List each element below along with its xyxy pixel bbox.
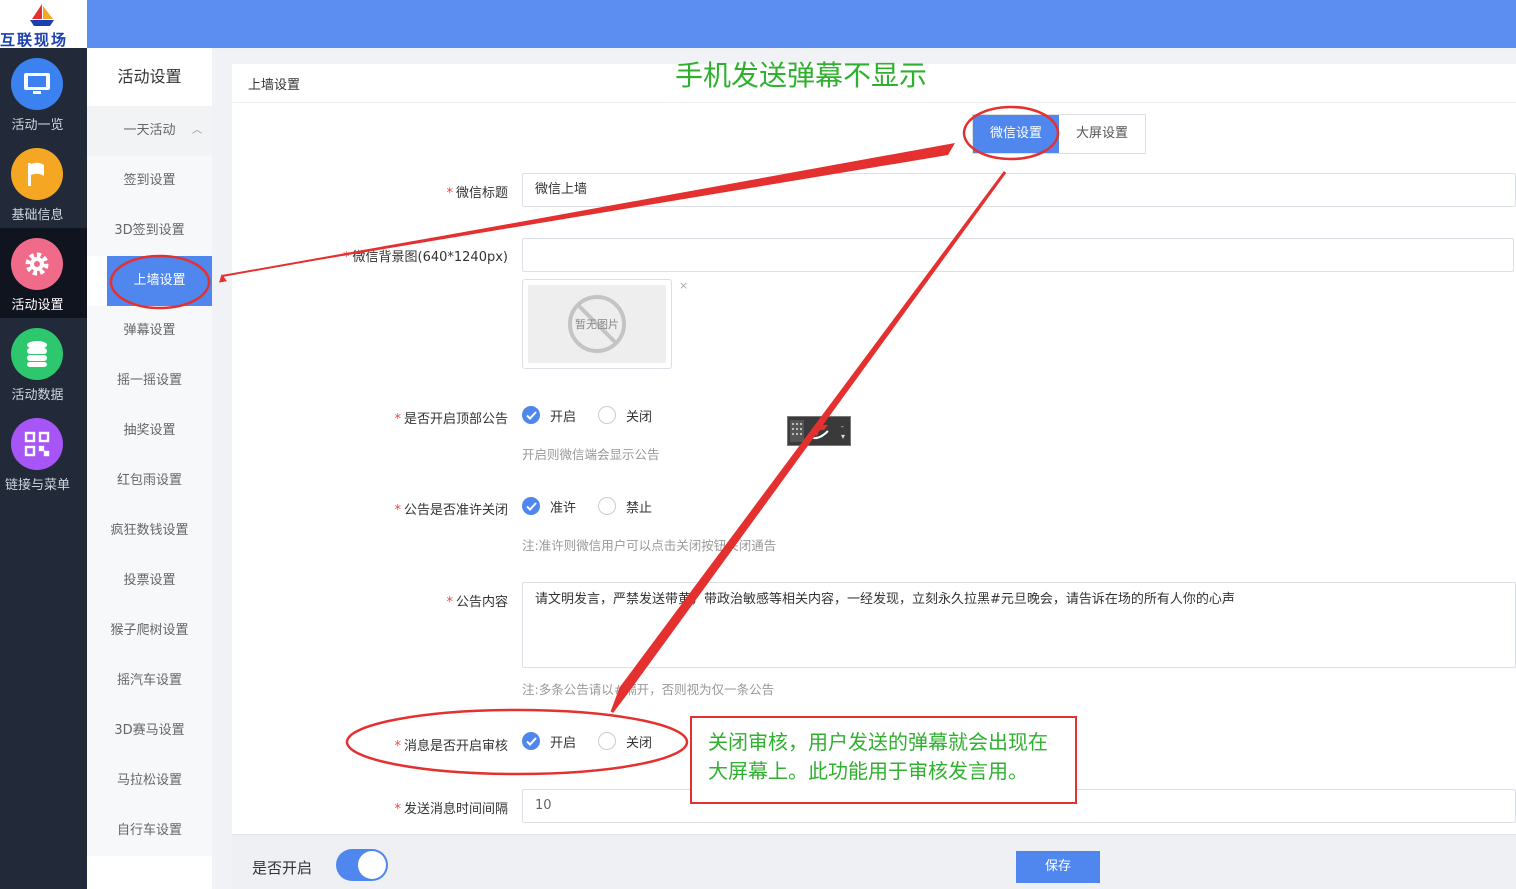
radio-label: 禁止 (626, 500, 653, 516)
qrcode-icon (11, 418, 63, 470)
wechat-title-input[interactable]: 微信上墙 (522, 173, 1516, 207)
settings-tabs: 微信设置 大屏设置 (972, 114, 1146, 154)
notice-close-hint: 注:准许则微信用户可以点击关闭按钮关闭通告 (522, 538, 777, 553)
wechat-title-label: * 微信标题 (446, 186, 508, 201)
nav-item-basic-info[interactable]: 基础信息 (0, 138, 87, 228)
sub-nav: 活动设置 一天活动 ︿ 签到设置 3D签到设置 上墙设置 弹幕设置 摇一摇设置 … (87, 48, 212, 889)
floating-widget[interactable]: - ▾ (787, 416, 851, 446)
sub-nav-item[interactable]: 签到设置 (87, 156, 212, 206)
radio-unchecked[interactable] (598, 497, 617, 515)
monitor-icon (11, 58, 63, 110)
notice-content-textarea[interactable]: 请文明发言，严禁发送带黄，带政治敏感等相关内容，一经发现，立刻永久拉黑#元旦晚会… (522, 582, 1516, 668)
database-icon (11, 328, 63, 380)
nav-label: 基础信息 (11, 208, 64, 223)
sub-nav-item[interactable]: 3D签到设置 (87, 206, 212, 256)
nav-item-activity-data[interactable]: 活动数据 (0, 318, 87, 408)
annotation-line: 大屏幕上。此功能用于审核发言用。 (708, 759, 1028, 783)
radio-label: 开启 (550, 735, 577, 751)
notice-close-label: * 公告是否准许关闭 (394, 503, 508, 518)
enable-label: 是否开启 (252, 859, 313, 877)
sub-nav-group-label: 一天活动 (123, 123, 176, 138)
radio-label: 关闭 (626, 735, 653, 751)
nav-label: 活动数据 (11, 388, 64, 403)
chevron-up-icon: ︿ (192, 125, 202, 136)
gear-icon (11, 238, 63, 290)
ship-logo-icon (30, 4, 54, 26)
sub-nav-group[interactable]: 一天活动 ︿ (87, 106, 212, 156)
no-image-placeholder: 暂无图片 (528, 285, 666, 363)
remove-image-icon[interactable]: × (679, 279, 688, 292)
footer-bar: 是否开启 保存 (232, 834, 1516, 889)
sub-nav-item[interactable]: 3D赛马设置 (87, 706, 212, 756)
enable-switch[interactable] (336, 849, 388, 881)
sub-nav-item[interactable]: 自行车设置 (87, 806, 212, 856)
nav-item-links-menu[interactable]: 链接与菜单 (0, 408, 87, 498)
msg-review-radios: 开启 关闭 (522, 731, 674, 751)
top-notice-radios: 开启 关闭 (522, 405, 674, 425)
logo: 互联现场 (0, 0, 87, 48)
sub-nav-item[interactable]: 摇汽车设置 (87, 656, 212, 706)
msg-interval-label: * 发送消息时间间隔 (394, 802, 508, 817)
sub-nav-item[interactable]: 抽奖设置 (87, 406, 212, 456)
nav-label: 链接与菜单 (4, 478, 70, 493)
save-button[interactable]: 保存 (1016, 851, 1100, 883)
widget-logo-icon: - ▾ (790, 420, 845, 442)
sub-nav-item-active[interactable]: 上墙设置 (107, 256, 212, 306)
top-bar (0, 0, 1516, 48)
wechat-bg-label: * 微信背景图(640*1240px) (343, 250, 508, 265)
wechat-bg-input[interactable] (522, 238, 1514, 272)
svg-text:▾: ▾ (841, 432, 845, 441)
check-icon (525, 410, 537, 420)
no-image-text: 暂无图片 (575, 318, 619, 331)
annotation-title: 手机发送弹幕不显示 (675, 59, 928, 92)
top-notice-label: * 是否开启顶部公告 (394, 412, 508, 427)
radio-checked[interactable] (522, 406, 540, 424)
notice-content-hint: 注:多条公告请以#隔开，否则视为仅一条公告 (522, 682, 775, 697)
nav-label: 活动设置 (11, 298, 64, 313)
brand-name: 互联现场 (0, 31, 69, 48)
top-notice-hint: 开启则微信端会显示公告 (522, 447, 660, 462)
page-title: 上墙设置 (248, 78, 301, 93)
annotation-note: 关闭审核，用户发送的弹幕就会出现在 大屏幕上。此功能用于审核发言用。 (690, 716, 1077, 804)
svg-text:-: - (841, 422, 844, 431)
sub-nav-item[interactable]: 投票设置 (87, 556, 212, 606)
nav-item-activity-settings[interactable]: 活动设置 (0, 228, 87, 318)
nav-label: 活动一览 (11, 118, 64, 133)
main-nav: 活动一览 基础信息 活动设置 活动数据 链接与菜单 (0, 48, 87, 889)
check-icon (525, 736, 537, 746)
msg-review-label: * 消息是否开启审核 (394, 739, 508, 754)
nav-item-overview[interactable]: 活动一览 (0, 48, 87, 138)
sub-nav-header: 活动设置 (117, 67, 182, 86)
tab-wechat-settings[interactable]: 微信设置 (973, 115, 1059, 153)
radio-unchecked[interactable] (598, 406, 617, 424)
radio-label: 准许 (550, 500, 577, 516)
sub-nav-item[interactable]: 疯狂数钱设置 (87, 506, 212, 556)
sub-nav-item[interactable]: 猴子爬树设置 (87, 606, 212, 656)
sub-nav-item[interactable]: 马拉松设置 (87, 756, 212, 806)
check-icon (525, 501, 537, 511)
radio-label: 关闭 (626, 409, 653, 425)
flag-icon (11, 148, 63, 200)
tab-screen-settings[interactable]: 大屏设置 (1059, 115, 1145, 153)
radio-label: 开启 (550, 409, 577, 425)
radio-checked[interactable] (522, 497, 540, 515)
radio-checked[interactable] (522, 732, 540, 750)
notice-content-label: * 公告内容 (446, 595, 508, 610)
image-upload[interactable]: 暂无图片 (522, 279, 672, 369)
notice-close-radios: 准许 禁止 (522, 496, 674, 516)
switch-knob (358, 851, 386, 879)
divider (232, 102, 1516, 103)
radio-unchecked[interactable] (598, 732, 617, 750)
annotation-line: 关闭审核，用户发送的弹幕就会出现在 (708, 730, 1048, 754)
sub-nav-item[interactable]: 摇一摇设置 (87, 356, 212, 406)
no-image-icon: 暂无图片 (568, 295, 626, 353)
sub-nav-item[interactable]: 弹幕设置 (87, 306, 212, 356)
sub-nav-item[interactable]: 红包雨设置 (87, 456, 212, 506)
